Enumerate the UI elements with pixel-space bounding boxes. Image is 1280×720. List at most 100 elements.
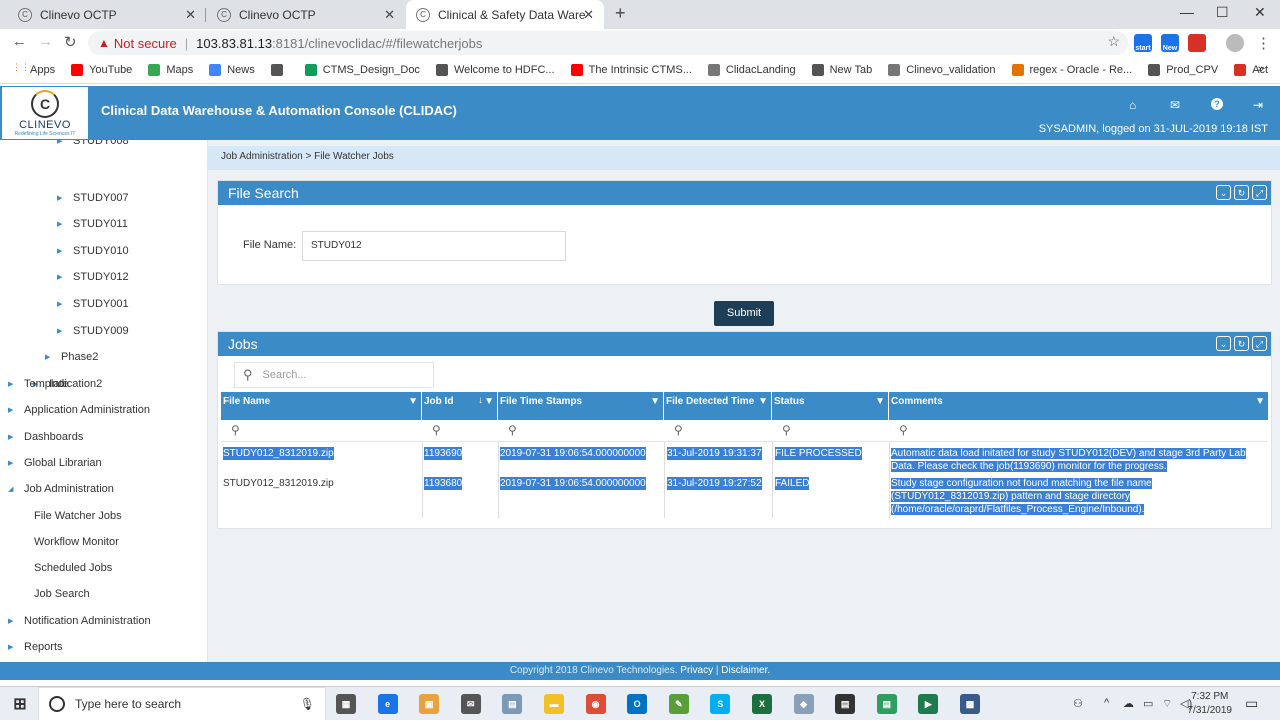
help-icon[interactable]: ? bbox=[1211, 98, 1223, 110]
taskbar-app-outlook-icon[interactable]: O bbox=[627, 694, 648, 714]
sidebar-item[interactable]: ▶ Notification Administration bbox=[8, 615, 151, 627]
filter-search-icon[interactable]: ⚲ bbox=[674, 423, 683, 437]
caret-right-icon[interactable]: ▶ bbox=[57, 300, 63, 308]
taskbar-app-tool5-icon[interactable]: ▩ bbox=[960, 694, 980, 714]
sidebar-item[interactable]: ▶ Reports bbox=[8, 641, 63, 653]
cell-file-time-stamp[interactable]: 2019-07-31 19:06:54.000000000 bbox=[500, 477, 646, 490]
windows-start-icon[interactable]: ⊞ bbox=[10, 694, 30, 714]
taskbar-app-explorer-icon[interactable]: ▬ bbox=[544, 694, 564, 714]
cell-file-name[interactable]: STUDY012_8312019.zip bbox=[223, 447, 334, 460]
sidebar-item[interactable]: ▶ STUDY011 bbox=[57, 218, 128, 230]
refresh-icon[interactable]: ↻ bbox=[1234, 336, 1249, 351]
taskbar-app-notes-icon[interactable]: ✉ bbox=[460, 694, 481, 714]
sidebar-item[interactable]: Scheduled Jobs bbox=[34, 562, 112, 574]
people-icon[interactable]: ⚇ bbox=[1073, 697, 1083, 710]
caret-right-icon[interactable]: ▶ bbox=[8, 433, 14, 441]
microphone-icon[interactable]: 🎙 bbox=[300, 697, 315, 711]
sidebar-item[interactable]: ▶ STUDY008 bbox=[57, 140, 129, 147]
filter-search-icon[interactable]: ⚲ bbox=[899, 423, 908, 437]
bookmark-item[interactable]: regex - Oracle - Re... bbox=[1011, 64, 1132, 76]
filter-icon[interactable]: ▼ bbox=[875, 395, 885, 408]
disclaimer-link[interactable]: Disclaimer. bbox=[721, 665, 770, 676]
sidebar-item[interactable]: ▶ STUDY010 bbox=[57, 245, 129, 257]
forward-icon[interactable]: → bbox=[38, 33, 53, 50]
filter-icon[interactable]: ▼ bbox=[758, 395, 768, 408]
onedrive-icon[interactable]: ☁ bbox=[1123, 697, 1134, 710]
sidebar-item[interactable]: ▶ Global Librarian bbox=[8, 457, 102, 469]
column-header-comments[interactable]: Comments ▼ bbox=[889, 392, 1268, 420]
caret-right-icon[interactable]: ▶ bbox=[57, 247, 63, 255]
caret-right-icon[interactable]: ▶ bbox=[57, 273, 63, 281]
bookmark-item[interactable]: Maps bbox=[148, 64, 193, 76]
caret-right-icon[interactable]: ▶ bbox=[8, 380, 14, 388]
bookmark-item[interactable]: ClidacLanding bbox=[707, 64, 796, 76]
sidebar-item[interactable]: ▶ STUDY012 bbox=[57, 271, 129, 283]
caret-right-icon[interactable]: ▶ bbox=[8, 459, 14, 467]
taskbar-search-input[interactable]: Type here to search 🎙 bbox=[38, 687, 326, 720]
notifications-icon[interactable]: ▭ bbox=[1245, 695, 1258, 712]
cell-file-name[interactable]: STUDY012_8312019.zip bbox=[223, 477, 334, 490]
clinevo-logo[interactable]: C CLINEVO Redefining Life Sciences IT bbox=[2, 87, 88, 139]
cell-status[interactable]: FAILED bbox=[775, 477, 810, 490]
column-header-status[interactable]: Status ▼ bbox=[772, 392, 889, 420]
collapse-icon[interactable]: ⌄ bbox=[1216, 336, 1231, 351]
filter-search-icon[interactable]: ⚲ bbox=[508, 423, 517, 437]
caret-right-icon[interactable]: ▶ bbox=[8, 406, 14, 414]
taskbar-app-edge-icon[interactable]: e bbox=[377, 694, 398, 714]
sidebar-item[interactable]: ▶ STUDY001 bbox=[57, 298, 129, 310]
sort-down-icon[interactable]: ↓ bbox=[478, 394, 483, 407]
bookmark-item[interactable]: Prod_CPV bbox=[1148, 64, 1218, 76]
filter-icon[interactable]: ▼ bbox=[484, 395, 494, 408]
bookmark-item[interactable]: Welcome to HDFC... bbox=[435, 64, 555, 76]
browser-tab-1[interactable]: C Clinevo OCTP ✕ bbox=[8, 0, 206, 29]
logout-icon[interactable]: ⇥ bbox=[1253, 98, 1263, 112]
caret-right-icon[interactable]: ▶ bbox=[8, 643, 14, 651]
taskbar-app-store-icon[interactable]: ▣ bbox=[419, 694, 440, 714]
caret-right-icon[interactable]: ▶ bbox=[8, 617, 14, 625]
submit-button[interactable]: Submit bbox=[714, 301, 774, 326]
filter-search-icon[interactable]: ⚲ bbox=[432, 423, 441, 437]
bookmark-item[interactable]: Clinevo_validation bbox=[888, 64, 996, 76]
close-icon[interactable]: ✕ bbox=[185, 7, 196, 23]
network-icon[interactable]: ⌔ bbox=[1162, 697, 1172, 711]
sidebar-item[interactable]: Workflow Monitor bbox=[34, 536, 119, 548]
battery-icon[interactable]: ▭ bbox=[1143, 697, 1153, 710]
bookmark-item[interactable]: The Intrinsic CTMS... bbox=[570, 64, 692, 76]
cell-comments[interactable]: Study stage configuration not found matc… bbox=[891, 477, 1152, 516]
url-field[interactable]: ▲ Not secure | 103.83.81.13:8181/clinevo… bbox=[88, 31, 1128, 55]
collapse-icon[interactable]: ⌄ bbox=[1216, 185, 1231, 200]
taskbar-app-chrome-icon[interactable]: ◉ bbox=[585, 694, 606, 714]
bookmark-star-icon[interactable]: ☆ bbox=[1107, 33, 1120, 50]
sidebar-item[interactable]: ▶ STUDY007 bbox=[57, 192, 129, 204]
filter-icon[interactable]: ▼ bbox=[408, 395, 418, 408]
taskbar-app-tool2-icon[interactable]: ▤ bbox=[835, 694, 856, 714]
taskbar-app-tool3-icon[interactable]: ▤ bbox=[876, 694, 897, 714]
home-icon[interactable]: ⌂ bbox=[1129, 98, 1136, 112]
sidebar-item[interactable]: ▶ Dashboards bbox=[8, 431, 83, 443]
close-icon[interactable]: ✕ bbox=[583, 7, 594, 23]
sidebar-item[interactable]: ▶ Application Administration bbox=[8, 404, 150, 416]
window-close-icon[interactable]: ✕ bbox=[1254, 4, 1266, 21]
taskbar-app-db-icon[interactable]: ▤ bbox=[502, 694, 523, 714]
column-header-job-id[interactable]: Job Id ↓ ▼ bbox=[422, 392, 498, 420]
expand-icon[interactable]: ⤢ bbox=[1252, 336, 1267, 351]
cell-comments[interactable]: Automatic data load initated for study S… bbox=[891, 447, 1246, 473]
file-name-input[interactable]: STUDY012 bbox=[302, 231, 566, 261]
sidebar-item[interactable]: File Watcher Jobs bbox=[34, 510, 122, 522]
privacy-link[interactable]: Privacy bbox=[680, 665, 713, 676]
extension-new-icon[interactable]: New bbox=[1161, 34, 1179, 52]
minimize-icon[interactable]: — bbox=[1180, 4, 1194, 20]
caret-down-icon[interactable]: ◢ bbox=[8, 485, 14, 493]
filter-search-icon[interactable]: ⚲ bbox=[231, 423, 240, 437]
cell-file-detected-time[interactable]: 31-Jul-2019 19:31:37 bbox=[667, 447, 762, 460]
caret-right-icon[interactable]: ▶ bbox=[57, 140, 63, 145]
back-icon[interactable]: ← bbox=[12, 33, 27, 50]
cell-file-detected-time[interactable]: 31-Jul-2019 19:27:52 bbox=[667, 477, 762, 490]
column-header-file-time-stamps[interactable]: File Time Stamps ▼ bbox=[498, 392, 664, 420]
bookmark-item[interactable]: New Tab bbox=[811, 64, 872, 76]
filter-icon[interactable]: ▼ bbox=[650, 395, 660, 408]
sidebar-item[interactable]: ▶ Phase2 bbox=[45, 351, 98, 363]
profile-avatar-icon[interactable] bbox=[1226, 34, 1244, 52]
extension-start-icon[interactable]: start bbox=[1134, 34, 1152, 52]
column-header-file-name[interactable]: File Name ▼ bbox=[221, 392, 422, 420]
